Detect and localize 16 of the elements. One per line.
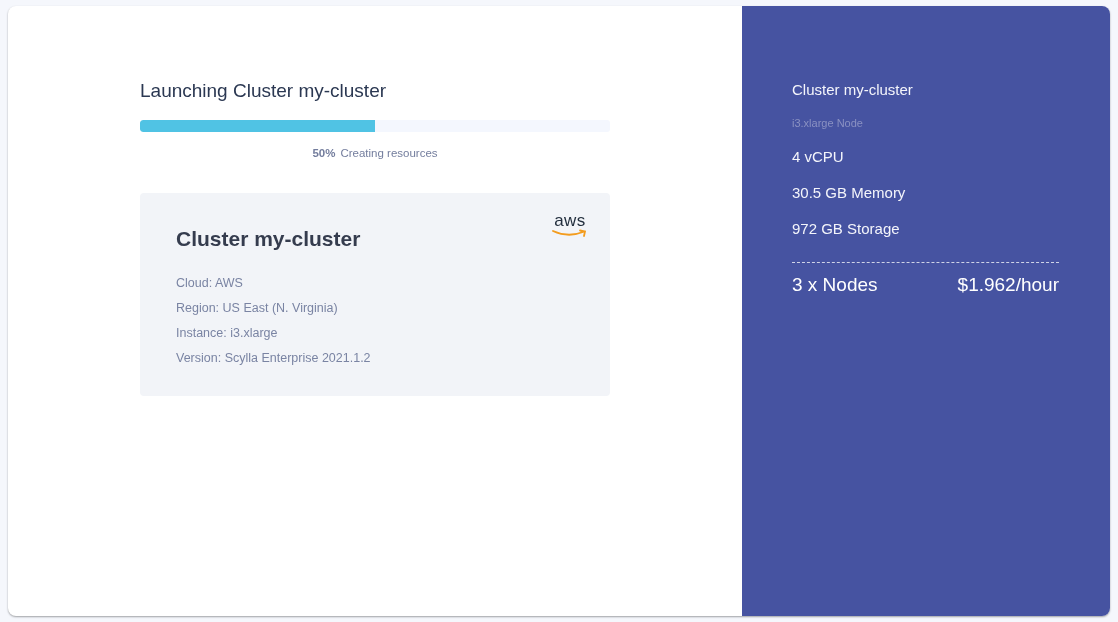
node-type: i3.xlarge Node <box>792 117 864 130</box>
cluster-detail: Version: Scylla Enterprise 2021.1.2 <box>176 350 372 367</box>
launch-title: Launching Cluster my-cluster <box>140 79 388 102</box>
cluster-detail: Cloud: AWS <box>176 275 244 292</box>
hourly-price: $1.962/hour <box>957 273 1059 296</box>
spec-item: 4 vCPU <box>792 147 845 167</box>
cluster-detail: Region: US East (N. Virginia) <box>176 300 339 317</box>
progress-percent: 50% <box>312 146 336 160</box>
cluster-title: Cluster my-cluster <box>176 226 361 251</box>
provider-logo: aws <box>552 213 588 238</box>
cluster-detail: Instance: i3.xlarge <box>176 325 279 342</box>
progress-status: Creating resources <box>340 146 438 160</box>
spec-item: 30.5 GB Memory <box>792 183 907 203</box>
spec-item: 972 GB Storage <box>792 219 901 239</box>
summary-title: Cluster my-cluster <box>792 81 914 99</box>
node-count: 3 x Nodes <box>792 273 878 296</box>
